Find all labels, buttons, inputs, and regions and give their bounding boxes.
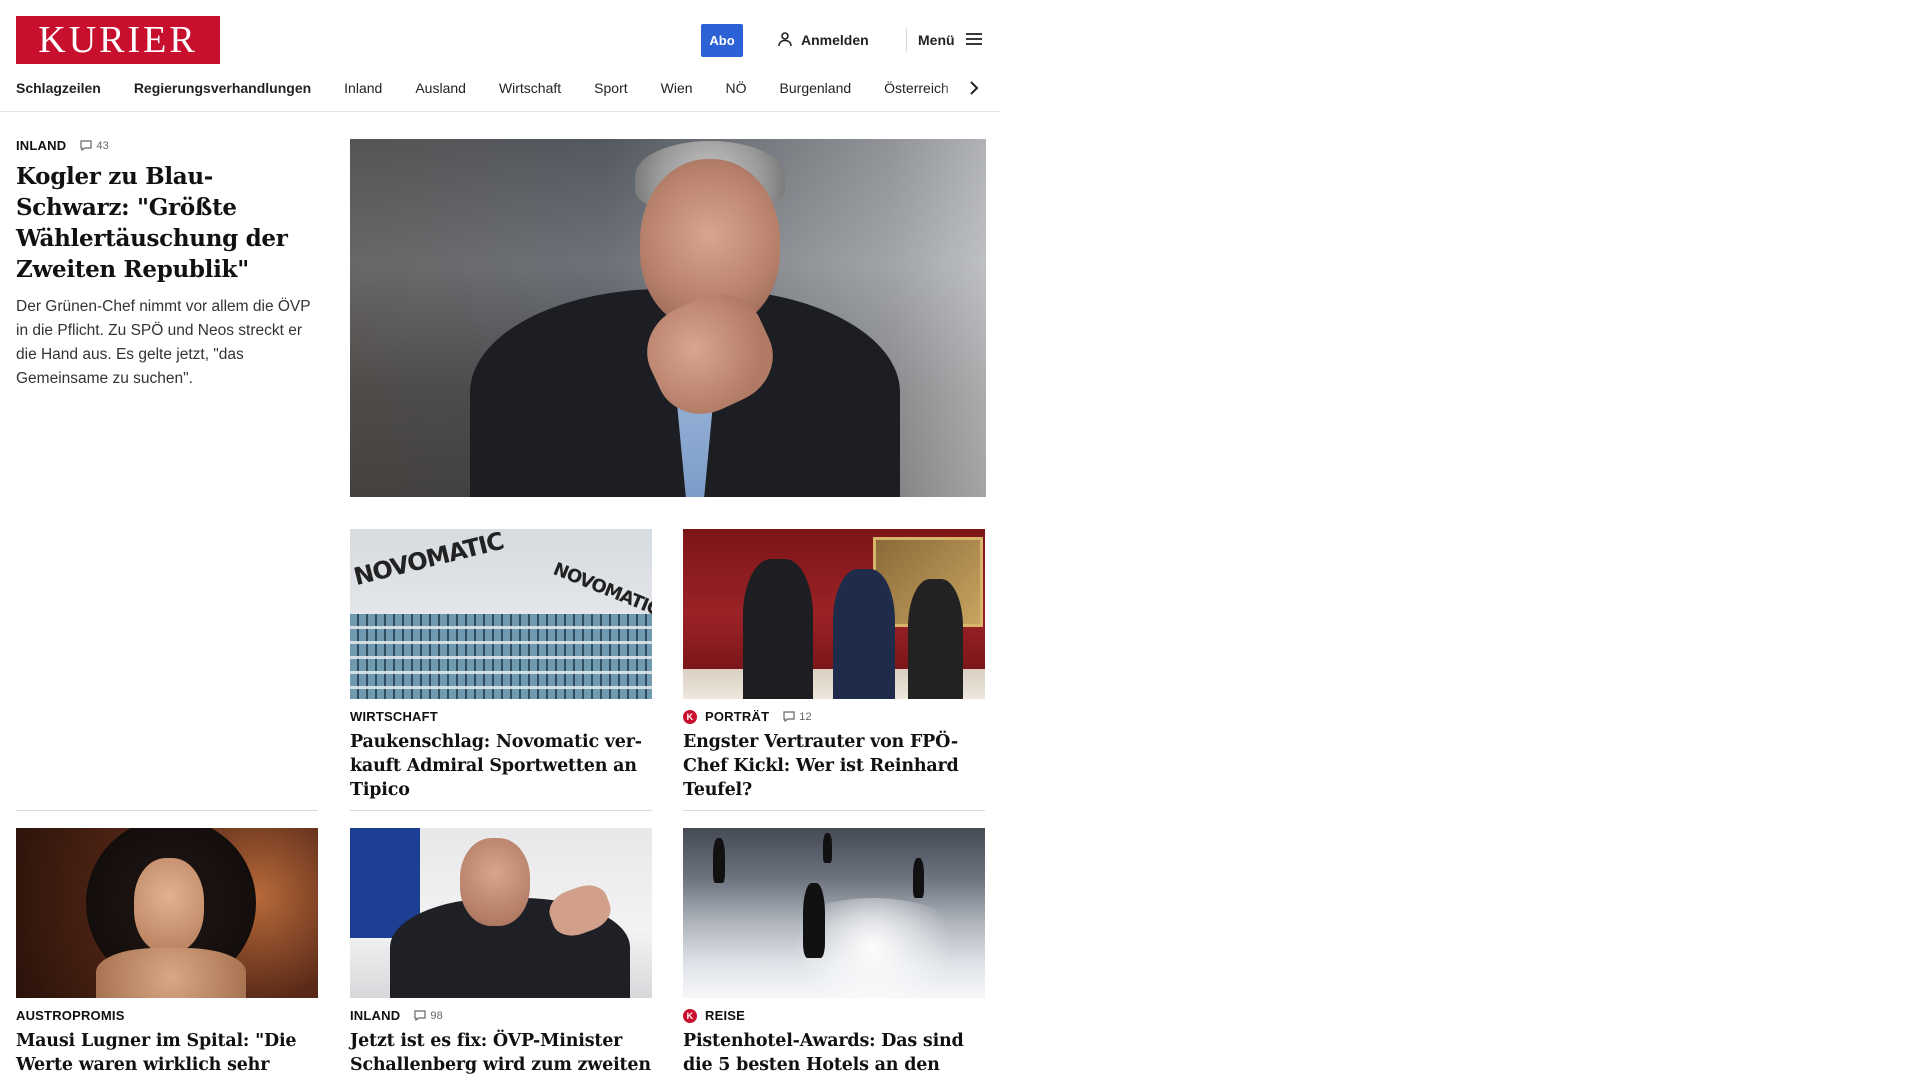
menu-button[interactable]: Menü — [918, 26, 983, 54]
article-meta: K REISE — [683, 1008, 985, 1023]
article-card[interactable]: AUSTROPROMIS Mausi Lugner im Spital: "Di… — [16, 828, 318, 1080]
site-header: KURIER Abo Anmelden Menü Schlagzeilen Re… — [0, 0, 1000, 112]
section-label: REISE — [705, 1008, 746, 1023]
nav-item-noe[interactable]: NÖ — [726, 80, 780, 96]
nav-item-wien[interactable]: Wien — [661, 80, 726, 96]
section-label: PORTRÄT — [705, 709, 770, 724]
chevron-right-icon[interactable] — [966, 78, 982, 98]
section-label: WIRTSCHAFT — [350, 709, 438, 724]
header-divider — [906, 28, 907, 52]
lead-image[interactable] — [350, 139, 986, 497]
article-image[interactable] — [350, 828, 652, 998]
article-meta: WIRTSCHAFT — [350, 709, 652, 724]
article-headline[interactable]: Mausi Lugner im Spital: "Die Werte waren… — [16, 1029, 318, 1080]
login-button[interactable]: Anmelden — [777, 26, 869, 54]
article-image[interactable] — [16, 828, 318, 998]
comment-icon — [80, 140, 92, 151]
comment-icon — [783, 711, 795, 722]
article-meta: K PORTRÄT 12 — [683, 709, 985, 724]
article-image[interactable]: NOVOMATIC NOVOMATIC — [350, 529, 652, 699]
nav-item-burgenland[interactable]: Burgenland — [780, 80, 885, 96]
article-headline[interactable]: Paukenschlag: Novomatic ver­kauft Admira… — [350, 730, 652, 802]
article-card[interactable]: INLAND 98 Jetzt ist es fix: ÖVP-Minister… — [350, 828, 652, 1080]
nav-item-sport[interactable]: Sport — [594, 80, 660, 96]
article-meta: AUSTROPROMIS — [16, 1008, 318, 1023]
nav-item-regierungsverhandlungen[interactable]: Regierungsverhandlungen — [134, 80, 344, 96]
article-card[interactable]: NOVOMATIC NOVOMATIC WIRTSCHAFT Paukensch… — [350, 529, 652, 802]
nav-item-inland[interactable]: Inland — [344, 80, 415, 96]
divider — [683, 810, 985, 811]
image-sign-text: NOVOMATIC — [550, 558, 652, 621]
article-card[interactable]: K REISE Pistenhotel-Awards: Das sind die… — [683, 828, 985, 1080]
comment-count-value: 12 — [799, 710, 812, 723]
login-label: Anmelden — [801, 32, 869, 48]
divider — [350, 810, 652, 811]
article-image[interactable] — [683, 828, 985, 998]
comment-count[interactable]: 43 — [80, 140, 109, 152]
article-image[interactable] — [683, 529, 985, 699]
menu-label: Menü — [918, 32, 955, 48]
article-headline[interactable]: Jetzt ist es fix: ÖVP-Minister Schallenb… — [350, 1029, 652, 1080]
lead-text-block: INLAND 43 Kogler zu Blau-Schwarz: "Größt… — [16, 138, 318, 391]
comment-count[interactable]: 12 — [783, 711, 812, 723]
comment-count-value: 98 — [430, 1009, 443, 1022]
nav-item-ausland[interactable]: Ausland — [415, 80, 499, 96]
divider — [16, 810, 318, 811]
page: KURIER Abo Anmelden Menü Schlagzeilen Re… — [0, 0, 1011, 1080]
lead-teaser: Der Grünen-Chef nimmt vor allem die ÖVP … — [16, 298, 311, 387]
lead-headline[interactable]: Kogler zu Blau-Schwarz: "Größte Wählertä… — [16, 161, 318, 285]
comment-count[interactable]: 98 — [414, 1010, 443, 1022]
kurier-plus-badge-icon: K — [683, 709, 697, 724]
article-headline[interactable]: Pistenhotel-Awards: Das sind die 5 beste… — [683, 1029, 985, 1080]
user-icon — [777, 31, 793, 50]
lead-meta: INLAND 43 — [16, 138, 318, 153]
article-meta: INLAND 98 — [350, 1008, 652, 1023]
article-card[interactable]: K PORTRÄT 12 Engster Vertrauter von FPÖ-… — [683, 529, 985, 802]
comment-icon — [414, 1010, 426, 1021]
image-sign-text: NOVOMATIC — [350, 529, 507, 592]
section-nav: Schlagzeilen Regierungsverhandlungen Inl… — [16, 76, 981, 100]
kurier-logo[interactable]: KURIER — [16, 16, 220, 64]
section-label: INLAND — [350, 1008, 401, 1023]
abo-button[interactable]: Abo — [701, 24, 743, 57]
article-headline[interactable]: Engster Vertrauter von FPÖ-Chef Kickl: W… — [683, 730, 985, 802]
nav-item-schlagzeilen[interactable]: Schlagzeilen — [16, 80, 117, 96]
nav-item-wirtschaft[interactable]: Wirtschaft — [499, 80, 594, 96]
comment-count-value: 43 — [96, 139, 109, 152]
hamburger-icon — [965, 32, 983, 49]
kurier-plus-badge-icon: K — [683, 1008, 697, 1023]
section-label: INLAND — [16, 138, 67, 153]
section-label: AUSTROPROMIS — [16, 1008, 125, 1023]
logo-text: KURIER — [38, 19, 198, 61]
